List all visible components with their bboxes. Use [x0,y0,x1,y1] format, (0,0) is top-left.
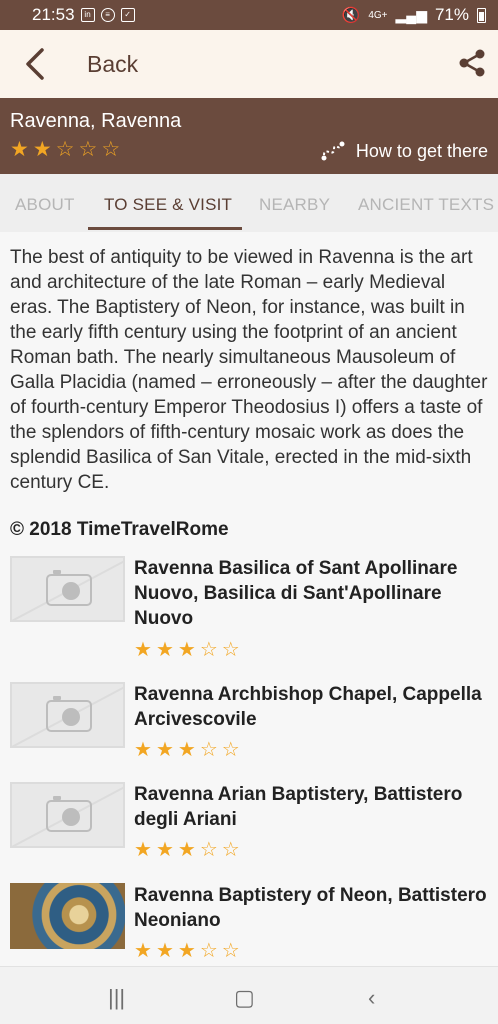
star-empty-icon: ☆ [199,639,218,661]
description-text: The best of antiquity to be viewed in Ra… [10,247,488,493]
star-filled-icon: ★ [155,639,174,661]
directions-label: How to get there [355,140,488,161]
tab-nearby[interactable]: NEARBY [259,195,330,215]
star-filled-icon: ★ [155,940,174,962]
star-empty-icon: ☆ [55,138,75,161]
star-filled-icon: ★ [134,839,152,861]
star-filled-icon: ★ [155,839,174,861]
copyright-text: © 2018 TimeTravelRome [10,519,229,540]
star-empty-icon: ☆ [221,940,240,962]
mosaic-photo-thumbnail [10,883,125,949]
app-notification-icon: in [80,8,95,22]
system-nav-bar: ||| ▢ ‹ [0,966,498,1024]
status-bar: 21:53 in ≡ ✓ 🔇 4G+ ▂▄▆ 71% [0,0,498,30]
list-item-rating: ★ ★ ★ ☆ ☆ [134,941,240,961]
star-empty-icon: ☆ [101,138,121,161]
status-time: 21:53 [32,5,75,24]
star-empty-icon: ☆ [78,138,98,161]
share-icon[interactable] [458,48,486,78]
place-rating: ★ ★ ☆ ☆ ☆ [10,138,121,161]
battery-percent: 71% [434,5,469,24]
back-arrow-icon[interactable] [22,47,48,81]
battery-icon [477,7,486,23]
star-filled-icon: ★ [134,940,152,962]
tab-ancient-texts[interactable]: ANCIENT TEXTS [358,195,494,215]
placeholder-image-icon [10,782,125,848]
placeholder-image-icon [10,556,125,622]
star-empty-icon: ☆ [199,739,218,761]
back-button[interactable]: Back [87,51,138,78]
star-filled-icon: ★ [177,639,196,661]
place-title: Ravenna, Ravenna [10,110,182,132]
tab-about[interactable]: ABOUT [15,195,75,215]
star-filled-icon: ★ [177,940,196,962]
star-filled-icon: ★ [32,138,52,161]
mute-icon: 🔇 [341,7,361,24]
star-empty-icon: ☆ [221,639,240,661]
star-filled-icon: ★ [10,138,29,161]
home-icon[interactable]: ▢ [234,985,255,1011]
star-filled-icon: ★ [134,739,152,761]
star-empty-icon: ☆ [199,940,218,962]
star-empty-icon: ☆ [221,839,240,861]
star-empty-icon: ☆ [221,739,240,761]
place-header: Ravenna, Ravenna ★ ★ ☆ ☆ ☆ How to get there [0,98,498,174]
network-type: 4G+ [368,9,388,21]
list-item-rating: ★ ★ ★ ☆ ☆ [134,740,240,760]
star-empty-icon: ☆ [199,839,218,861]
tab-to-see-and-visit[interactable]: TO SEE & VISIT [104,195,232,215]
list-item-title: Ravenna Archbishop Chapel, Cappella Arci… [134,684,482,730]
nav-back-icon[interactable]: ‹ [368,985,375,1011]
placeholder-image-icon [10,682,125,748]
active-tab-indicator [88,227,242,230]
list-item-title: Ravenna Basilica of Sant Apollinare Nuov… [134,558,458,629]
list-item-rating: ★ ★ ★ ☆ ☆ [134,640,240,660]
star-filled-icon: ★ [134,639,152,661]
how-to-get-there-button[interactable]: How to get there [320,140,488,162]
list-item-title: Ravenna Baptistery of Neon, Battistero N… [134,885,487,931]
signal-icon: ▂▄▆ [395,6,427,23]
recent-apps-icon[interactable]: ||| [108,985,125,1011]
tab-bar: ABOUT TO SEE & VISIT NEARBY ANCIENT TEXT… [0,174,498,232]
star-filled-icon: ★ [155,739,174,761]
route-icon [321,141,345,161]
list-item-title: Ravenna Arian Baptistery, Battistero deg… [134,784,463,830]
download-icon: ✓ [120,8,135,22]
star-filled-icon: ★ [177,739,196,761]
star-filled-icon: ★ [177,839,196,861]
spotify-icon: ≡ [100,8,115,22]
list-item-rating: ★ ★ ★ ☆ ☆ [134,840,240,860]
app-bar: Back [0,30,498,98]
